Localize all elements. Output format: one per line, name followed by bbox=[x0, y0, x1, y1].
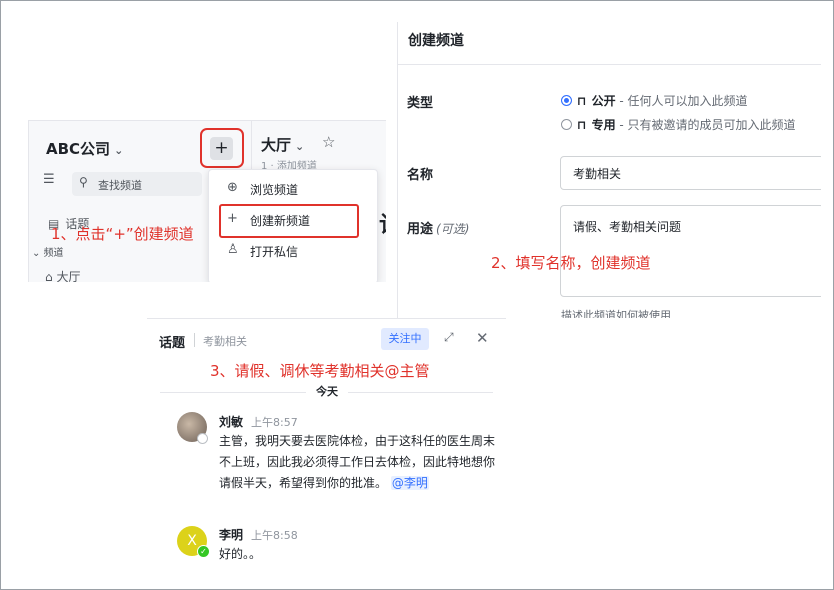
mention-tag[interactable]: @李明 bbox=[390, 476, 429, 490]
search-icon: ⚲ bbox=[79, 175, 88, 189]
divider bbox=[398, 64, 821, 65]
channel-title-text: 大厅 bbox=[261, 136, 292, 154]
lock-icon: ⊓ bbox=[577, 118, 587, 132]
check-icon: ✓ bbox=[197, 545, 210, 558]
option-name: 专用 bbox=[591, 118, 616, 132]
message-body: 主管，我明天要去医院体检，由于这科任的医生周末不上班，因此我必须得工作日去体检，… bbox=[219, 431, 499, 494]
radio-public[interactable]: ⊓ 公开 - 任何人可以加入此频道 bbox=[561, 92, 748, 109]
menu-item-browse-channels[interactable]: ⊕ 浏览频道 bbox=[209, 174, 377, 204]
plus-dropdown-menu: ⊕ 浏览频道 + 创建新频道 ♙ 打开私信 bbox=[208, 169, 378, 282]
search-input[interactable]: ⚲ 查找频道 bbox=[72, 172, 202, 196]
radio-private[interactable]: ⊓ 专用 - 只有被邀请的成员可加入此频道 bbox=[561, 116, 796, 133]
message-author[interactable]: 李明 bbox=[219, 526, 243, 543]
highlight-ring bbox=[200, 128, 244, 168]
chevron-down-icon: ⌄ bbox=[32, 248, 44, 259]
day-label: 今天 bbox=[306, 383, 348, 399]
highlight-box bbox=[219, 204, 359, 238]
channel-title[interactable]: 大厅 ⌄ bbox=[261, 134, 304, 155]
globe-icon: ⊕ bbox=[227, 180, 238, 195]
person-icon: ♙ bbox=[227, 242, 239, 257]
divider bbox=[194, 333, 195, 347]
menu-item-label: 浏览频道 bbox=[250, 183, 299, 197]
purpose-label: 用途 (可选) bbox=[407, 218, 469, 237]
unlock-icon: ⊓ bbox=[577, 94, 587, 108]
star-icon[interactable]: ☆ bbox=[322, 133, 335, 151]
option-desc: - 任何人可以加入此频道 bbox=[615, 94, 748, 108]
follow-button[interactable]: 关注中 bbox=[381, 328, 429, 350]
topic-thread-panel: 话题 考勤相关 关注中 ⤢ ✕ 3、请假、调休等考勤相关@主管 今天 刘敏 上午… bbox=[147, 318, 506, 583]
channel-icon: ⌂ bbox=[45, 270, 57, 282]
message-time: 上午8:58 bbox=[251, 529, 298, 542]
dialog-title: 创建频道 bbox=[408, 33, 464, 49]
thread-title: 话题 bbox=[159, 336, 186, 351]
purpose-hint: 描述此频道如何被使用 bbox=[561, 309, 671, 318]
option-desc: - 只有被邀请的成员可加入此频道 bbox=[615, 118, 796, 132]
workspace-switcher[interactable]: ABC公司 ⌄ bbox=[46, 138, 123, 159]
step-3-annotation: 3、请假、调休等考勤相关@主管 bbox=[210, 362, 430, 380]
name-label: 名称 bbox=[407, 168, 434, 183]
menu-item-label: 打开私信 bbox=[250, 245, 299, 259]
message-author[interactable]: 刘敏 bbox=[219, 413, 243, 430]
type-label: 类型 bbox=[407, 96, 434, 111]
menu-item-open-dm[interactable]: ♙ 打开私信 bbox=[209, 236, 377, 266]
search-placeholder: 查找频道 bbox=[98, 179, 142, 192]
message-text: 主管，我明天要去医院体检，由于这科任的医生周末不上班，因此我必须得工作日去体检，… bbox=[219, 434, 496, 490]
chevron-down-icon: ⌄ bbox=[295, 140, 305, 153]
purpose-label-text: 用途 bbox=[407, 222, 434, 237]
radio-unselected bbox=[561, 119, 572, 130]
input-value: 考勤相关 bbox=[573, 167, 622, 181]
expand-icon[interactable]: ⤢ bbox=[444, 330, 454, 345]
channels-section-header[interactable]: ⌄ 频道 bbox=[32, 244, 64, 259]
section-label: 频道 bbox=[43, 248, 64, 259]
close-icon[interactable]: ✕ bbox=[476, 329, 489, 347]
purpose-textarea[interactable]: 请假、考勤相关问题 bbox=[560, 205, 821, 297]
channel-name-input[interactable]: 考勤相关 bbox=[560, 156, 821, 190]
radio-selected bbox=[561, 95, 572, 106]
message-body: 好的。。 bbox=[219, 547, 262, 561]
option-name: 公开 bbox=[591, 94, 616, 108]
sidebar-item-label: 大厅 bbox=[56, 270, 81, 282]
step-1-annotation: 1、点击“+”创建频道 bbox=[51, 225, 194, 243]
channel-sidebar-panel: ABC公司⌄ + 大厅⌄ ☆ 1 · 添加频道 讪 ☰ ⚲ 查找频道 ▤话题 ⌄… bbox=[28, 120, 386, 282]
status-dot bbox=[197, 433, 208, 444]
optional-tag: (可选) bbox=[436, 222, 470, 236]
cropped-heading: 讪 bbox=[379, 207, 386, 239]
thread-channel[interactable]: 考勤相关 bbox=[203, 333, 247, 349]
message-time: 上午8:57 bbox=[251, 416, 298, 429]
step-2-annotation: 2、填写名称，创建频道 bbox=[491, 254, 651, 272]
chevron-down-icon: ⌄ bbox=[114, 144, 124, 157]
textarea-value: 请假、考勤相关问题 bbox=[573, 220, 682, 234]
filter-icon[interactable]: ☰ bbox=[43, 172, 55, 187]
workspace-name: ABC公司 bbox=[46, 140, 111, 158]
sidebar-item-hall[interactable]: ⌂ 大厅 bbox=[45, 268, 80, 282]
create-channel-panel: 创建频道 类型 ⊓ 公开 - 任何人可以加入此频道 ⊓ 专用 - 只有被邀请的成员可… bbox=[397, 22, 821, 318]
